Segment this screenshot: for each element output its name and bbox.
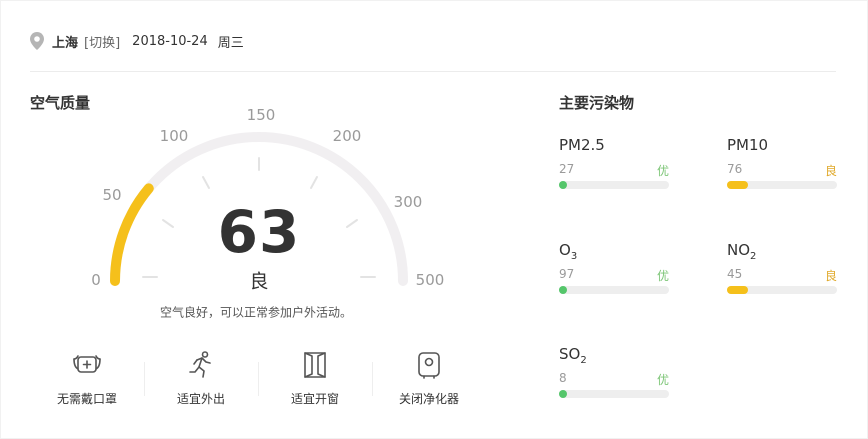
pollutant-value: 76	[727, 162, 743, 176]
aqi-level: 良	[249, 270, 269, 293]
gauge-label-500: 500	[415, 271, 445, 289]
pollutant-level: 优	[656, 164, 669, 178]
pollutant-so2: SO2 8 优	[559, 345, 669, 398]
tip-open-window: 适宜开窗	[258, 350, 372, 407]
gauge-tick	[346, 219, 358, 228]
pollutant-level: 优	[656, 373, 669, 387]
mask-icon	[72, 350, 102, 380]
pollutant-bar	[559, 390, 669, 398]
pollutant-level: 良	[824, 269, 837, 283]
tip-label: 无需戴口罩	[56, 392, 117, 406]
pollutant-o3: O3 97 优	[559, 241, 669, 294]
pollutant-bar	[727, 286, 837, 294]
pollutant-bar-fill	[727, 286, 748, 294]
aqi-value: 63	[217, 198, 301, 266]
gauge-label-0: 0	[91, 271, 101, 289]
pollutant-bar	[559, 181, 669, 189]
pollutant-bar-fill	[559, 390, 567, 398]
gauge-label-100: 100	[159, 127, 189, 145]
pollutant-level: 良	[824, 164, 837, 178]
pollutant-level: 优	[656, 269, 669, 283]
health-advice: 空气良好，可以正常参加户外活动。	[159, 305, 353, 320]
tip-no-mask: 无需戴口罩	[30, 350, 144, 407]
tip-go-out: 适宜外出	[144, 350, 258, 407]
gauge-label-200: 200	[332, 127, 362, 145]
pollutant-name: O3	[559, 241, 578, 262]
pollutant-value: 8	[559, 371, 567, 385]
air-purifier-icon	[414, 350, 444, 380]
tip-label: 适宜外出	[176, 392, 225, 406]
pollutant-bar-fill	[559, 181, 567, 189]
pollutant-name: PM2.5	[559, 136, 605, 154]
gauge-tick	[202, 176, 210, 189]
tip-label: 关闭净化器	[398, 392, 459, 406]
gauge-tick	[162, 219, 174, 228]
pollutant-no2: NO2 45 良	[727, 241, 837, 294]
gauge-tick	[310, 176, 318, 189]
pollutants-section-title: 主要污染物	[559, 94, 635, 112]
gauge-label-300: 300	[393, 193, 423, 211]
pollutant-pm10: PM10 76 良	[727, 136, 837, 189]
tip-label: 适宜开窗	[290, 392, 339, 406]
pollutant-value: 97	[559, 267, 575, 281]
running-icon	[186, 350, 216, 380]
pollutant-bar	[559, 286, 669, 294]
pollutant-value: 45	[727, 267, 743, 281]
pollutant-name: PM10	[727, 136, 769, 154]
pollutant-value: 27	[559, 162, 575, 176]
pollutant-bar	[727, 181, 837, 189]
window-icon	[300, 350, 330, 380]
pollutant-name: NO2	[727, 241, 757, 262]
gauge-label-150: 150	[246, 106, 276, 124]
pollutant-name: SO2	[559, 345, 587, 366]
gauge-label-50: 50	[102, 186, 122, 204]
pollutant-bar-fill	[559, 286, 567, 294]
pollutant-pm25: PM2.5 27 优	[559, 136, 669, 189]
tip-purifier: 关闭净化器	[372, 350, 486, 407]
pollutant-bar-fill	[727, 181, 748, 189]
